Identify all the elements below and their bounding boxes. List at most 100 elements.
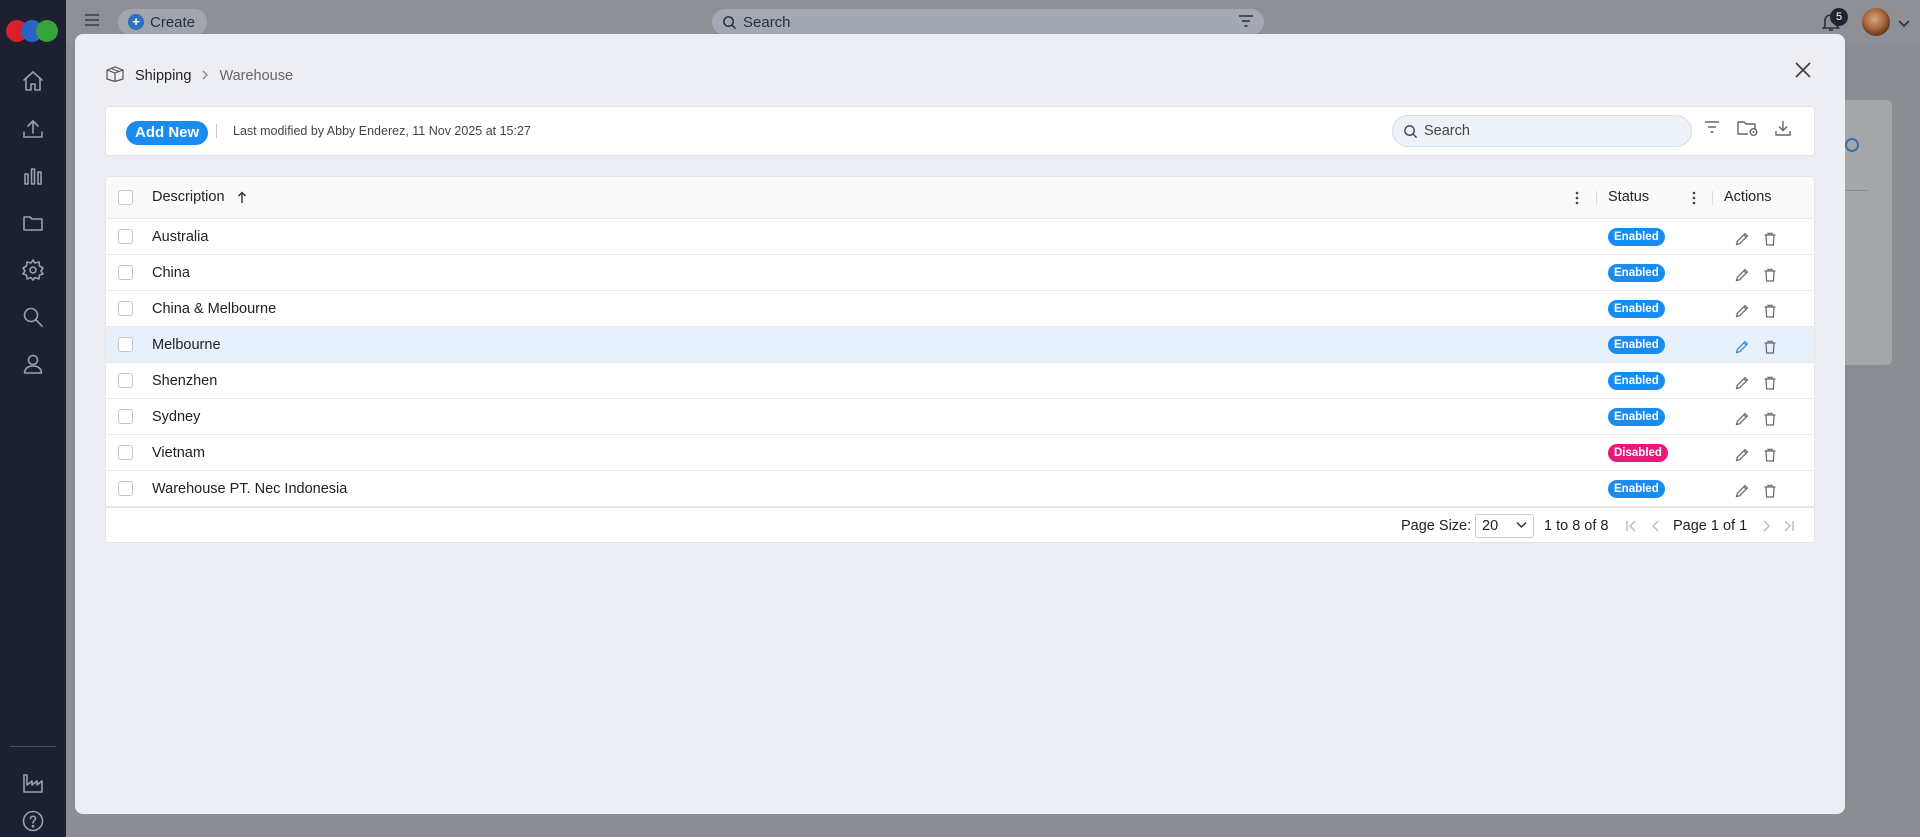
last-page-icon[interactable] [1782,519,1796,533]
trash-icon[interactable] [1762,447,1778,463]
search-icon[interactable] [20,304,46,330]
search-icon [1404,124,1418,138]
column-divider[interactable] [1596,191,1597,205]
create-button[interactable]: + Create [118,9,208,35]
row-checkbox[interactable] [118,301,133,316]
grid-search-placeholder: Search [1424,123,1470,139]
breadcrumb: Shipping Warehouse [105,66,293,86]
trash-icon[interactable] [1762,411,1778,427]
column-header-status[interactable]: Status [1608,189,1649,205]
edit-icon[interactable] [1734,447,1750,463]
edit-icon[interactable] [1734,231,1750,247]
edit-icon[interactable] [1734,483,1750,499]
help-icon[interactable] [20,808,46,834]
row-description: China & Melbourne [152,301,277,317]
download-icon[interactable] [1774,119,1798,143]
status-badge: Enabled [1608,228,1665,246]
table-row[interactable]: China Enabled [106,255,1814,291]
edit-icon[interactable] [1734,339,1750,355]
breadcrumb-shipping[interactable]: Shipping [135,68,191,84]
first-page-icon[interactable] [1624,519,1638,533]
row-description: Shenzhen [152,373,218,389]
row-description: Australia [152,229,209,245]
grid-header: Description Status Actions [106,177,1814,219]
row-checkbox[interactable] [118,481,133,496]
user-icon[interactable] [20,351,46,377]
page-size-select[interactable]: 20 [1475,514,1534,538]
status-badge: Enabled [1608,264,1665,282]
folder-settings-icon[interactable] [1736,119,1760,143]
column-menu-icon[interactable] [1691,189,1697,207]
column-header-description-label: Description [152,189,225,205]
page-size-label: Page Size: [1401,518,1472,534]
column-header-actions: Actions [1724,189,1772,205]
sidebar-divider [10,746,56,747]
toolbar-divider [216,124,217,138]
table-row[interactable]: Warehouse PT. Nec Indonesia Enabled [106,471,1814,507]
trash-icon[interactable] [1762,339,1778,355]
factory-icon[interactable] [20,770,46,796]
status-badge: Enabled [1608,336,1665,354]
box-icon [105,66,125,86]
table-row[interactable]: China & Melbourne Enabled [106,291,1814,327]
row-description: Vietnam [152,445,205,461]
notification-badge: 5 [1830,8,1848,26]
trash-icon[interactable] [1762,375,1778,391]
close-icon[interactable] [1791,58,1815,82]
column-header-description[interactable]: Description [152,189,247,205]
menu-icon[interactable] [84,13,100,30]
chart-icon[interactable] [20,163,46,189]
chevron-down-icon [1516,521,1527,529]
edit-icon[interactable] [1734,303,1750,319]
page-size-value: 20 [1482,518,1499,534]
global-search-input[interactable]: Search [712,9,1264,35]
table-row[interactable]: Melbourne Enabled [106,327,1814,363]
filter-icon[interactable] [1238,14,1254,28]
avatar[interactable] [1862,8,1890,36]
pagination-bar: Page Size: 20 1 to 8 of 8 Page 1 of 1 [106,507,1814,542]
create-label: Create [150,13,196,31]
status-badge: Enabled [1608,300,1665,318]
edit-icon[interactable] [1734,411,1750,427]
sort-ascending-icon[interactable] [237,191,247,204]
filter-icon[interactable] [1703,119,1727,143]
row-description: China [152,265,190,281]
row-checkbox[interactable] [118,265,133,280]
trash-icon[interactable] [1762,267,1778,283]
page-range-text: 1 to 8 of 8 [1544,518,1609,534]
row-checkbox[interactable] [118,229,133,244]
status-badge: Disabled [1608,444,1668,462]
search-icon [723,15,737,29]
edit-icon[interactable] [1734,375,1750,391]
row-checkbox[interactable] [118,409,133,424]
trash-icon[interactable] [1762,303,1778,319]
trash-icon[interactable] [1762,231,1778,247]
global-search-placeholder: Search [743,13,791,31]
home-icon[interactable] [20,68,46,94]
chevron-down-icon[interactable] [1898,15,1910,31]
trash-icon[interactable] [1762,483,1778,499]
table-row[interactable]: Shenzhen Enabled [106,363,1814,399]
warehouse-modal: Shipping Warehouse Add New Last modified… [75,34,1845,814]
row-checkbox[interactable] [118,445,133,460]
upload-icon[interactable] [20,116,46,142]
add-new-button[interactable]: Add New [126,121,209,145]
column-menu-icon[interactable] [1574,189,1580,207]
edit-icon[interactable] [1734,267,1750,283]
breadcrumb-warehouse: Warehouse [219,68,294,84]
row-checkbox[interactable] [118,373,133,388]
prev-page-icon[interactable] [1649,519,1663,533]
table-row[interactable]: Sydney Enabled [106,399,1814,435]
select-all-checkbox[interactable] [118,190,133,205]
status-badge: Enabled [1608,372,1665,390]
table-row[interactable]: Australia Enabled [106,219,1814,255]
grid-search-input[interactable]: Search [1392,115,1692,147]
gear-icon[interactable] [20,257,46,283]
table-row[interactable]: Vietnam Disabled [106,435,1814,471]
column-divider[interactable] [1712,191,1713,205]
app-logo[interactable] [6,20,58,42]
next-page-icon[interactable] [1759,519,1773,533]
row-checkbox[interactable] [118,337,133,352]
plus-icon: + [128,14,144,30]
folder-icon[interactable] [20,210,46,236]
